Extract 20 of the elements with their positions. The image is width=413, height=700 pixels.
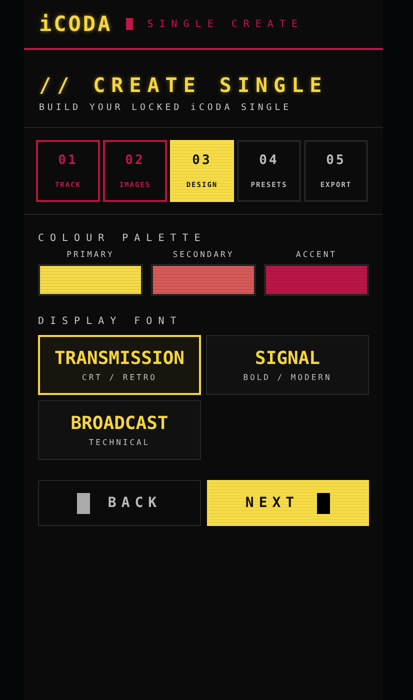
swatch-label: PRIMARY — [66, 250, 114, 259]
cursor-block-icon — [76, 492, 90, 514]
colour-swatch[interactable] — [38, 264, 143, 296]
next-button[interactable]: NEXT — [206, 480, 369, 526]
swatch-label: SECONDARY — [172, 250, 234, 259]
font-option[interactable]: TRANSMISSION CRT / RETRO — [38, 335, 201, 395]
colour-swatch[interactable] — [264, 264, 369, 296]
font-option[interactable]: SIGNAL BOLD / MODERN — [206, 335, 369, 395]
page-subtitle: BUILD YOUR LOCKED iCODA SINGLE — [39, 103, 293, 113]
colour-swatch[interactable] — [151, 264, 256, 296]
header-subtitle: SINGLE CREATE — [147, 18, 304, 30]
section-label: DISPLAY FONT — [38, 316, 184, 327]
cursor-block-icon — [317, 492, 330, 514]
section-label: COLOUR PALETTE — [38, 233, 208, 244]
font-option[interactable]: BROADCAST TECHNICAL — [38, 400, 201, 460]
block-icon — [126, 18, 134, 30]
swatch-label: ACCENT — [296, 250, 337, 259]
app-logo: iCODA — [39, 12, 112, 36]
back-button[interactable]: BACK — [38, 480, 200, 526]
page-title: // CREATE SINGLE — [39, 73, 329, 97]
